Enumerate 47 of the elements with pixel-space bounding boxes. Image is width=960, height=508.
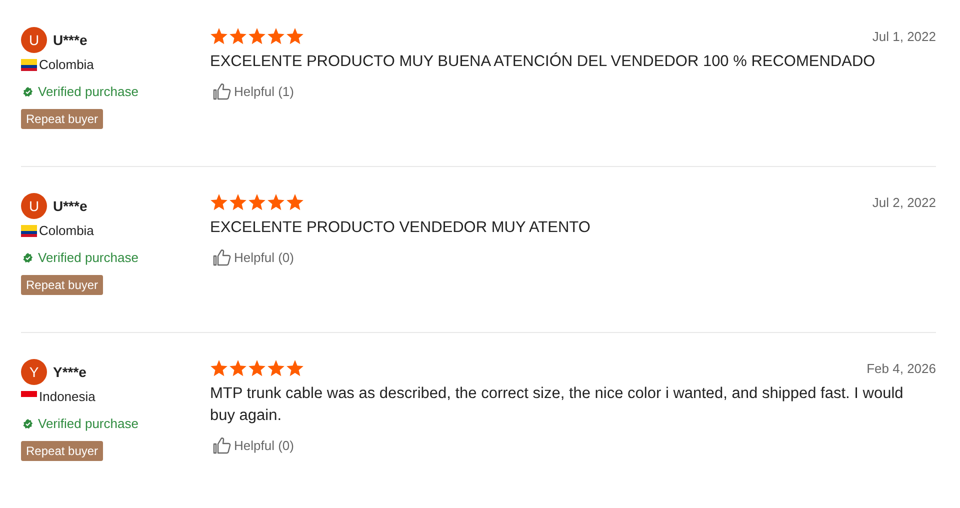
avatar: U [21, 27, 47, 53]
repeat-buyer-badge: Repeat buyer [21, 109, 104, 129]
star-icon [248, 28, 266, 45]
verified-icon [23, 252, 33, 262]
helpful-button[interactable]: Helpful (0) [210, 437, 294, 454]
country-name: Colombia [39, 57, 94, 72]
verified-icon [23, 86, 33, 96]
star-icon [286, 360, 304, 377]
repeat-buyer-badge: Repeat buyer [21, 275, 104, 295]
review-text: EXCELENTE PRODUCTO VENDEDOR MUY ATENTO [210, 218, 592, 238]
avatar: Y [21, 359, 47, 385]
flag-icon [21, 58, 37, 70]
thumbs-up-icon [213, 249, 231, 266]
review-date: Feb 4, 2026 [866, 361, 936, 376]
reviewer-name: Y***e [53, 364, 86, 380]
reviewer-name: U***e [53, 198, 88, 214]
star-icon [267, 28, 285, 45]
helpful-button[interactable]: Helpful (1) [210, 83, 294, 100]
verified-label: Verified purchase [38, 84, 138, 99]
star-icon [267, 360, 285, 377]
star-icon [229, 360, 247, 377]
country-name: Colombia [39, 223, 94, 238]
star-icon [229, 28, 247, 45]
helpful-button[interactable]: Helpful (0) [210, 249, 294, 266]
star-icon [248, 360, 266, 377]
review-date: Jul 2, 2022 [872, 195, 936, 210]
star-icon [210, 194, 228, 211]
star-icon [229, 194, 247, 211]
verified-label: Verified purchase [38, 250, 138, 265]
thumbs-up-icon [213, 83, 231, 100]
star-icon [210, 360, 228, 377]
star-icon [286, 194, 304, 211]
star-icon [267, 194, 285, 211]
review-text: MTP trunk cable was as described, the correct size, the nice color i wanted, and shipped fast. I would buy again. [210, 384, 904, 426]
review-date: Jul 1, 2022 [872, 29, 936, 44]
flag-icon [21, 224, 37, 236]
repeat-buyer-badge: Repeat buyer [21, 441, 104, 461]
review-text: EXCELENTE PRODUCTO MUY BUENA ATENCIÓN DEL VENDEDOR 100 % RECOMENDADO [210, 52, 876, 72]
reviewer-name: U***e [53, 32, 88, 48]
star-icon [210, 28, 228, 45]
thumbs-up-icon [213, 437, 231, 454]
verified-icon [23, 418, 33, 428]
country-name: Indonesia [39, 389, 96, 404]
verified-label: Verified purchase [38, 416, 138, 431]
star-icon [286, 28, 304, 45]
avatar: U [21, 193, 47, 219]
star-icon [248, 194, 266, 211]
